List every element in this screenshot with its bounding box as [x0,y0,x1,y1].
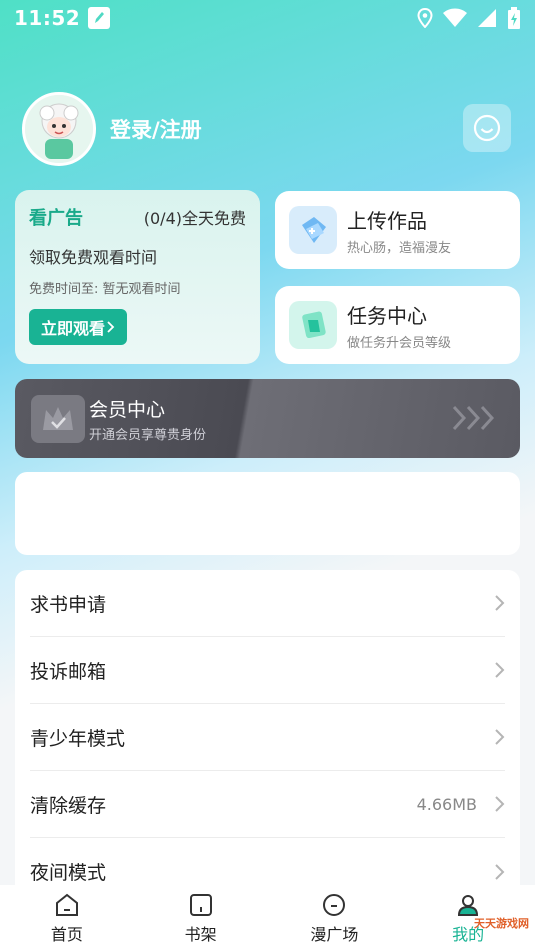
battery-icon [508,7,520,29]
bookshelf-icon [189,893,212,916]
settings-menu: 求书申请 投诉邮箱 青少年模式 清除缓存 4.66MB 夜间模式 [15,570,520,900]
vip-title: 会员中心 [89,398,166,421]
nav-plaza-label: 漫广场 [310,924,359,944]
menu-item-complaint-email[interactable]: 投诉邮箱 [30,637,505,704]
user-icon [458,894,479,916]
upload-icon [289,206,337,254]
menu-item-label: 夜间模式 [30,862,107,884]
avatar[interactable] [22,92,96,166]
menu-item-label: 清除缓存 [30,794,107,817]
menu-item-label: 青少年模式 [30,727,126,750]
watermark-logo: 天天游戏网 [474,917,529,930]
customer-service-button[interactable] [463,104,511,152]
notification-edit-icon [88,7,111,29]
vip-center-card[interactable]: 会员中心 开通会员享尊贵身份 [15,379,520,458]
chevron-right-icon [495,729,505,745]
menu-item-book-request[interactable]: 求书申请 [30,570,505,637]
nav-home[interactable]: 首页 [0,885,134,951]
menu-item-label: 投诉邮箱 [30,660,107,683]
nav-bookshelf-label: 书架 [184,924,217,944]
smile-chat-icon [473,114,501,142]
crown-icon [31,394,85,443]
chevron-right-icon [495,863,505,880]
ad-description: 领取免费观看时间 [29,248,158,267]
location-icon [417,8,433,28]
task-center-card[interactable]: 任务中心 做任务升会员等级 [275,286,520,364]
task-title: 任务中心 [347,303,427,328]
plaza-icon [323,893,346,916]
task-icon [289,301,337,349]
vip-subtitle: 开通会员享尊贵身份 [89,427,207,443]
nav-home-label: 首页 [50,924,83,944]
home-icon [55,893,78,916]
free-time-status: 免费时间至: 暂无观看时间 [29,282,181,297]
chevron-right-icon [495,662,505,678]
status-time: 11:52 [14,6,81,30]
upload-works-card[interactable]: 上传作品 热心肠，造福漫友 [275,191,520,269]
ad-count: (0/4)全天免费 [143,209,246,228]
nav-bookshelf[interactable]: 书架 [134,885,268,951]
chevron-right-icon [495,796,505,812]
ad-card-title: 看广告 [29,208,83,229]
login-register-link[interactable]: 登录/注册 [110,114,202,144]
task-subtitle: 做任务升会员等级 [347,335,452,351]
menu-item-clear-cache[interactable]: 清除缓存 4.66MB [30,771,505,838]
nav-plaza[interactable]: 漫广场 [268,885,402,951]
menu-item-label: 求书申请 [30,593,107,616]
upload-subtitle: 热心肠，造福漫友 [347,240,452,256]
signal-icon [478,9,496,27]
upload-title: 上传作品 [347,208,427,233]
watch-now-label: 立即观看 [41,319,106,338]
triple-chevron-icon [452,405,495,431]
bottom-nav: 首页 书架 漫广场 我的 [0,885,535,951]
menu-item-teen-mode[interactable]: 青少年模式 [30,704,505,771]
profile-header: 登录/注册 [22,92,202,166]
banner-placeholder [15,472,520,555]
status-bar: 11:52 [0,0,535,36]
status-indicators [417,7,521,29]
watch-now-button[interactable]: 立即观看 [29,309,128,345]
watch-ad-card: 看广告 (0/4)全天免费 领取免费观看时间 免费时间至: 暂无观看时间 立即观… [15,190,260,364]
cache-size: 4.66MB [416,794,477,814]
chevron-right-icon [495,595,505,611]
chevron-right-icon [107,321,115,333]
wifi-icon [443,8,467,27]
